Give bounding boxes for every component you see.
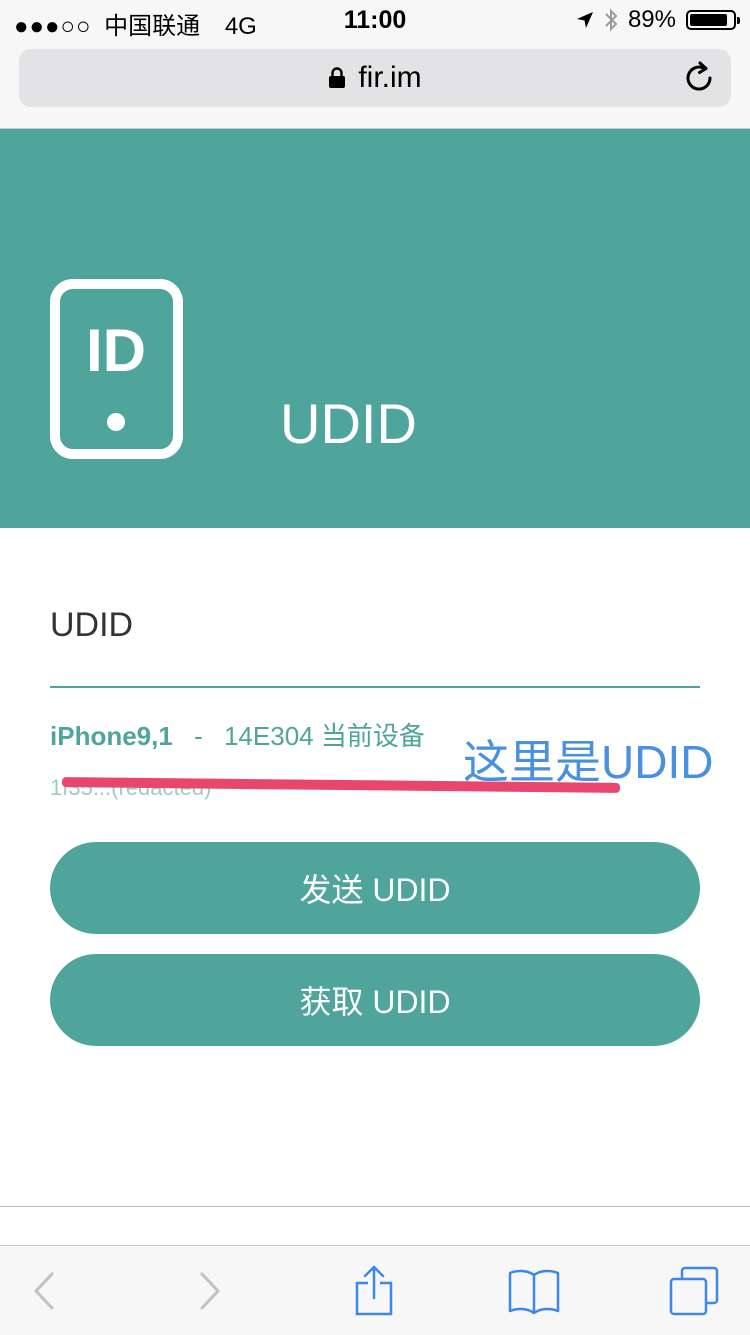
bluetooth-icon bbox=[605, 8, 618, 32]
udid-annotation: 这里是UDID bbox=[463, 736, 714, 788]
tabs-button[interactable] bbox=[664, 1264, 724, 1318]
id-device-icon: ID bbox=[50, 279, 183, 459]
get-udid-button[interactable]: 获取 UDID bbox=[50, 954, 700, 1046]
send-udid-button[interactable]: 发送 UDID bbox=[50, 842, 700, 934]
page-bottom-divider bbox=[0, 1206, 750, 1207]
section-divider bbox=[50, 686, 700, 688]
location-icon bbox=[576, 12, 593, 28]
lock-icon bbox=[329, 67, 346, 88]
back-icon bbox=[34, 1272, 54, 1310]
status-right: 89% bbox=[576, 6, 740, 34]
status-bar: ●●●○○ 中国联通 4G 11:00 89% bbox=[0, 0, 750, 40]
battery-fill bbox=[690, 14, 727, 26]
forward-icon bbox=[200, 1272, 220, 1310]
hero-title: UDID bbox=[280, 392, 417, 455]
url-display[interactable]: fir.im bbox=[19, 49, 731, 107]
device-build: 14E304 当前设备 bbox=[223, 721, 425, 751]
device-info: iPhone9,1 - 14E304 当前设备 bbox=[50, 716, 425, 753]
tabs-icon bbox=[669, 1266, 719, 1316]
browser-toolbar bbox=[0, 1245, 750, 1335]
back-button[interactable] bbox=[14, 1264, 74, 1318]
url-field[interactable]: fir.im bbox=[19, 49, 731, 107]
id-icon-text: ID bbox=[86, 317, 146, 384]
reload-icon[interactable] bbox=[681, 60, 717, 96]
device-model: iPhone9,1 bbox=[50, 721, 173, 751]
browser-top-bar: fir.im bbox=[0, 40, 750, 129]
section-title: UDID bbox=[50, 606, 134, 644]
battery-icon bbox=[686, 10, 740, 30]
share-button[interactable] bbox=[344, 1264, 404, 1318]
bookmarks-button[interactable] bbox=[504, 1264, 564, 1318]
battery-percent: 89% bbox=[627, 6, 676, 33]
url-text: fir.im bbox=[358, 61, 422, 94]
hero-banner: ID UDID bbox=[0, 129, 750, 528]
device-separator: - bbox=[194, 721, 203, 751]
bookmarks-icon bbox=[508, 1269, 560, 1315]
forward-button[interactable] bbox=[180, 1264, 240, 1318]
share-icon bbox=[355, 1265, 393, 1316]
